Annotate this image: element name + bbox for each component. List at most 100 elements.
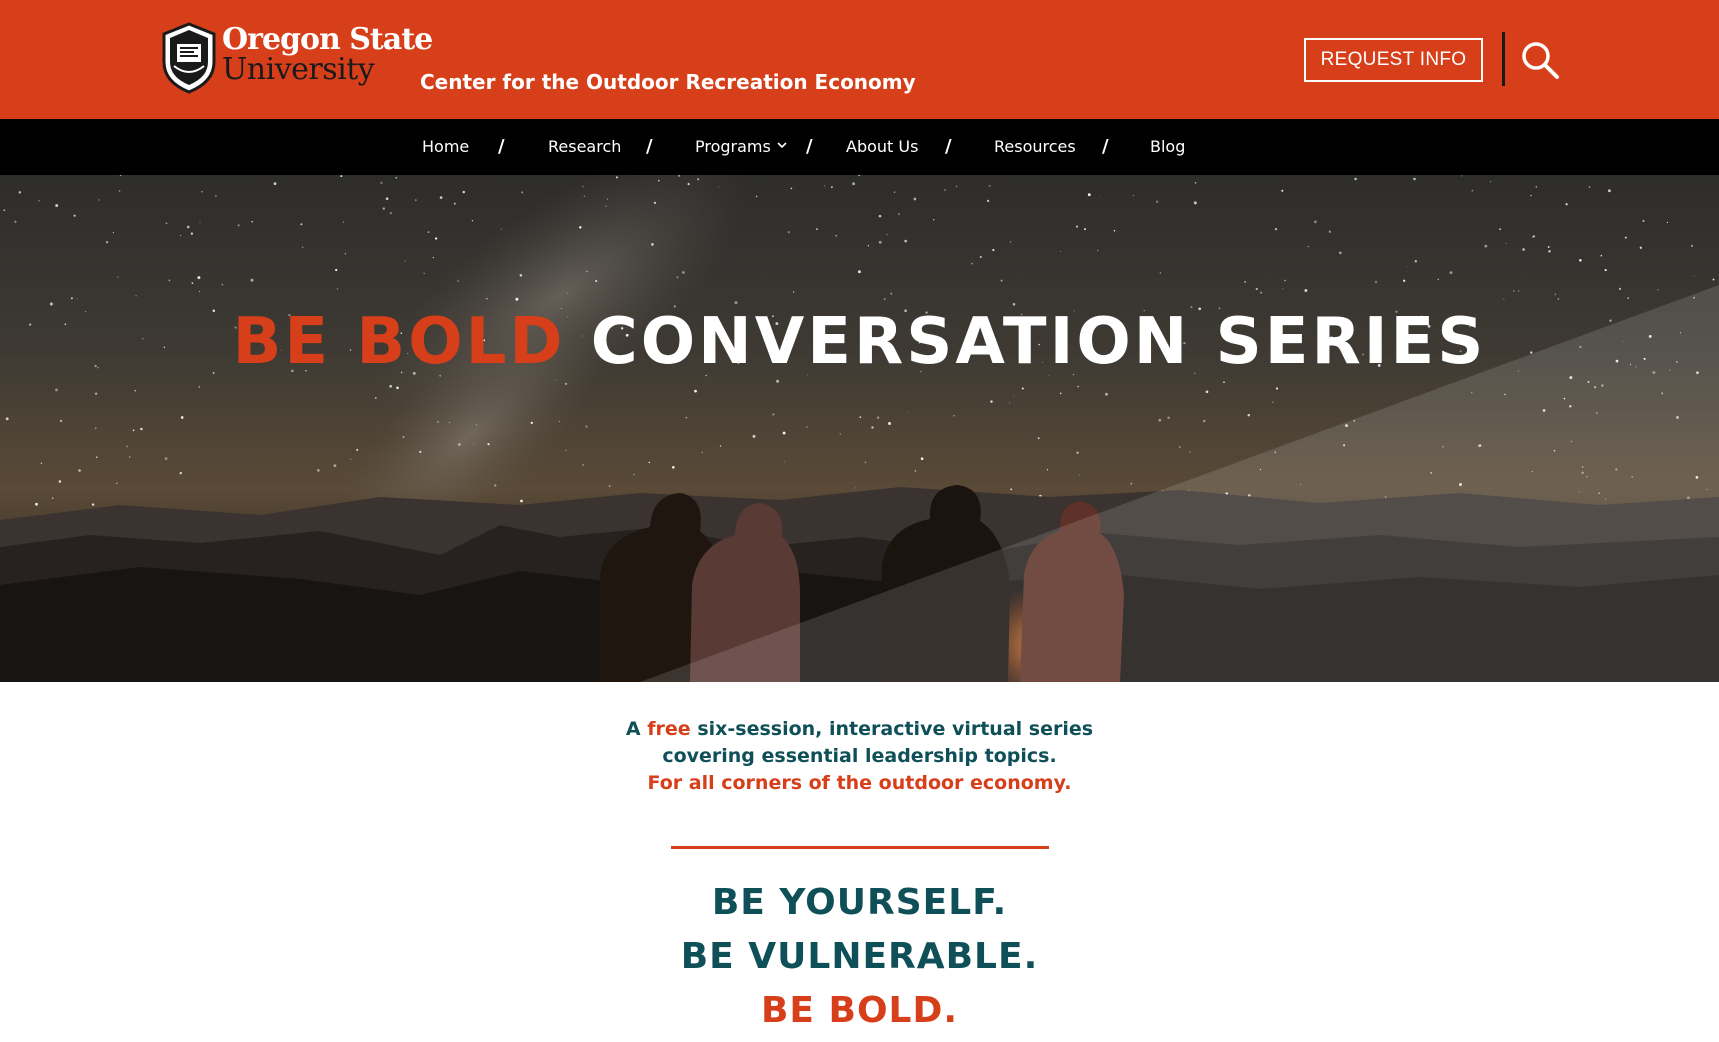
tagline-line-1: BE YOURSELF.: [711, 882, 1008, 923]
star: [878, 214, 882, 218]
star: [199, 291, 201, 293]
star: [898, 213, 900, 215]
star: [787, 231, 790, 234]
star: [694, 389, 697, 393]
star: [878, 240, 882, 244]
star: [375, 397, 377, 399]
star: [117, 276, 119, 278]
star: [1113, 230, 1116, 232]
star: [883, 298, 886, 301]
star: [608, 485, 611, 487]
star: [389, 384, 393, 388]
star: [1517, 290, 1520, 292]
star: [1406, 266, 1408, 268]
search-icon[interactable]: [1520, 40, 1560, 80]
star: [658, 179, 660, 182]
star: [1338, 251, 1342, 255]
star: [94, 392, 98, 395]
star: [583, 195, 586, 198]
star: [697, 178, 700, 181]
star: [1437, 278, 1439, 281]
star: [855, 487, 857, 489]
star: [191, 282, 194, 284]
star: [1414, 260, 1418, 263]
star: [427, 231, 430, 233]
star: [1690, 244, 1693, 247]
tagline-line-3: BE BOLD.: [760, 990, 959, 1031]
star: [521, 191, 524, 194]
star: [1535, 186, 1538, 188]
star: [1013, 396, 1015, 397]
star: [119, 175, 122, 176]
tagline: BE YOURSELF. BE VULNERABLE. BE BOLD.: [0, 876, 1719, 1038]
star: [1272, 401, 1274, 403]
intro-line-1-rest: six-session, interactive virtual series: [697, 718, 1094, 740]
star: [1624, 236, 1627, 239]
star: [250, 278, 254, 282]
star: [633, 473, 635, 475]
star: [1505, 243, 1507, 244]
star: [913, 197, 917, 201]
star: [179, 471, 183, 475]
star: [1484, 244, 1488, 248]
star: [38, 200, 40, 202]
star: [672, 466, 675, 469]
intro-line-3: For all corners of the outdoor economy.: [647, 772, 1072, 794]
star: [1657, 289, 1659, 291]
star: [719, 445, 722, 447]
star: [1010, 241, 1012, 243]
star: [651, 243, 654, 246]
nav-item-programs[interactable]: Programs: [695, 119, 787, 175]
star: [300, 223, 303, 226]
star: [404, 260, 406, 262]
star: [1244, 280, 1247, 283]
star: [585, 425, 588, 428]
star: [1077, 385, 1080, 388]
star: [852, 182, 856, 186]
star: [1037, 437, 1040, 440]
star: [1522, 248, 1525, 251]
nav-item-about-us[interactable]: About Us: [846, 119, 918, 175]
center-name[interactable]: Center for the Outdoor Recreation Econom…: [420, 70, 916, 94]
star: [1282, 288, 1284, 290]
star: [98, 199, 100, 201]
star: [783, 461, 785, 463]
star: [1205, 390, 1209, 394]
star: [486, 297, 488, 300]
star: [197, 276, 201, 280]
nav-item-home[interactable]: Home: [422, 119, 469, 175]
star: [135, 294, 137, 297]
star: [1499, 228, 1502, 231]
star: [453, 202, 456, 205]
star: [1533, 235, 1536, 238]
star: [78, 469, 81, 472]
star: [1010, 488, 1013, 491]
nav-item-research[interactable]: Research: [548, 119, 621, 175]
star: [1374, 280, 1378, 284]
nav-item-resources[interactable]: Resources: [994, 119, 1076, 175]
star: [251, 220, 253, 223]
star: [1693, 275, 1695, 277]
star: [1132, 194, 1134, 196]
star: [201, 191, 203, 193]
star: [519, 274, 523, 277]
star: [1608, 189, 1611, 193]
star: [1097, 250, 1099, 252]
osu-logo[interactable]: Oregon State University: [160, 22, 433, 94]
star: [199, 221, 201, 223]
logo-wordmark-line1: Oregon State: [222, 22, 433, 57]
star: [520, 499, 523, 503]
star: [333, 464, 337, 468]
star: [1059, 392, 1062, 395]
star: [1642, 219, 1645, 223]
star: [58, 480, 62, 483]
star: [1202, 419, 1206, 423]
star: [1087, 193, 1091, 197]
star: [457, 443, 461, 446]
star: [118, 190, 121, 192]
nav-item-blog[interactable]: Blog: [1150, 119, 1185, 175]
star: [432, 256, 435, 259]
star: [1193, 201, 1197, 205]
site-header: Oregon State University Center for the O…: [0, 0, 1719, 119]
request-info-button[interactable]: REQUEST INFO: [1304, 38, 1483, 82]
